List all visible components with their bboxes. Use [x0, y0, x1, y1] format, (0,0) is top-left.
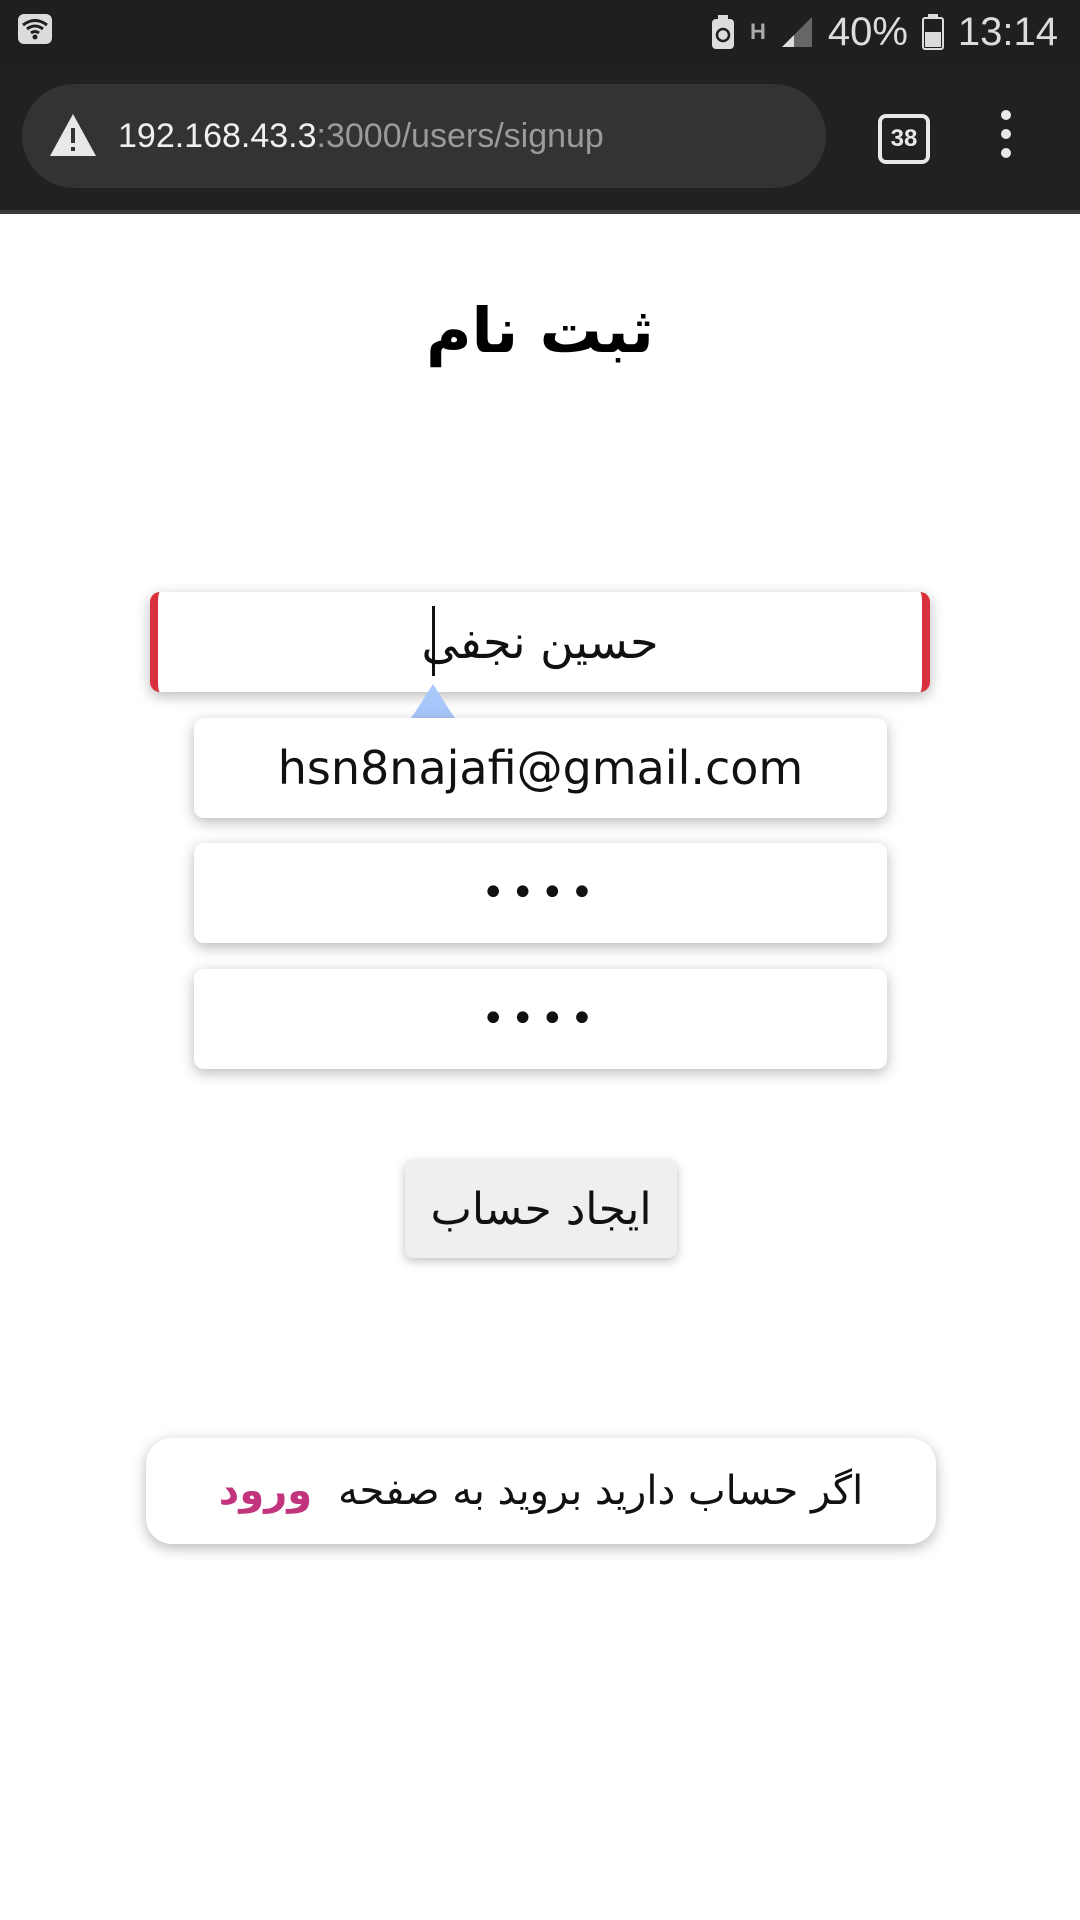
url-host: 192.168.43.3	[118, 117, 317, 155]
create-account-button[interactable]: ایجاد حساب	[405, 1160, 677, 1258]
clock: 13:14	[957, 9, 1058, 54]
network-type-label: H	[749, 19, 766, 44]
battery-icon	[921, 14, 944, 50]
url-text[interactable]: 192.168.43.3:3000/users/signup	[118, 84, 604, 188]
tab-switcher-icon[interactable]: 38	[878, 114, 930, 164]
login-prompt-text: اگر حساب دارید بروید به صفحه	[338, 1468, 864, 1514]
url-path: :3000/users/signup	[316, 117, 604, 155]
battery-percent: 40%	[827, 9, 908, 54]
url-bar[interactable]: 192.168.43.3:3000/users/signup	[22, 84, 826, 188]
battery-saver-icon	[711, 15, 734, 49]
password-confirm-field[interactable]: ••••	[194, 969, 887, 1069]
login-prompt-box: اگر حساب دارید بروید به صفحه ورود	[146, 1438, 936, 1544]
browser-toolbar: 192.168.43.3:3000/users/signup 38	[0, 64, 1080, 214]
text-cursor	[432, 606, 435, 676]
email-field[interactable]: hsn8najafi@gmail.com	[194, 718, 887, 818]
password-field[interactable]: ••••	[194, 843, 887, 943]
page-title: ثبت نام	[426, 294, 654, 367]
wifi-icon	[18, 14, 52, 44]
menu-more-icon[interactable]	[994, 110, 1018, 166]
name-field[interactable]: حسین نجفی	[150, 592, 930, 692]
signup-page: ثبت نام حسین نجفی hsn8najafi@gmail.com •…	[0, 214, 1080, 1920]
signal-icon	[781, 17, 812, 47]
status-bar: H 40% 13:14	[0, 0, 1080, 64]
login-link[interactable]: ورود	[219, 1468, 312, 1514]
not-secure-warning-icon[interactable]	[48, 112, 98, 158]
status-right: H 40% 13:14	[710, 8, 1058, 56]
